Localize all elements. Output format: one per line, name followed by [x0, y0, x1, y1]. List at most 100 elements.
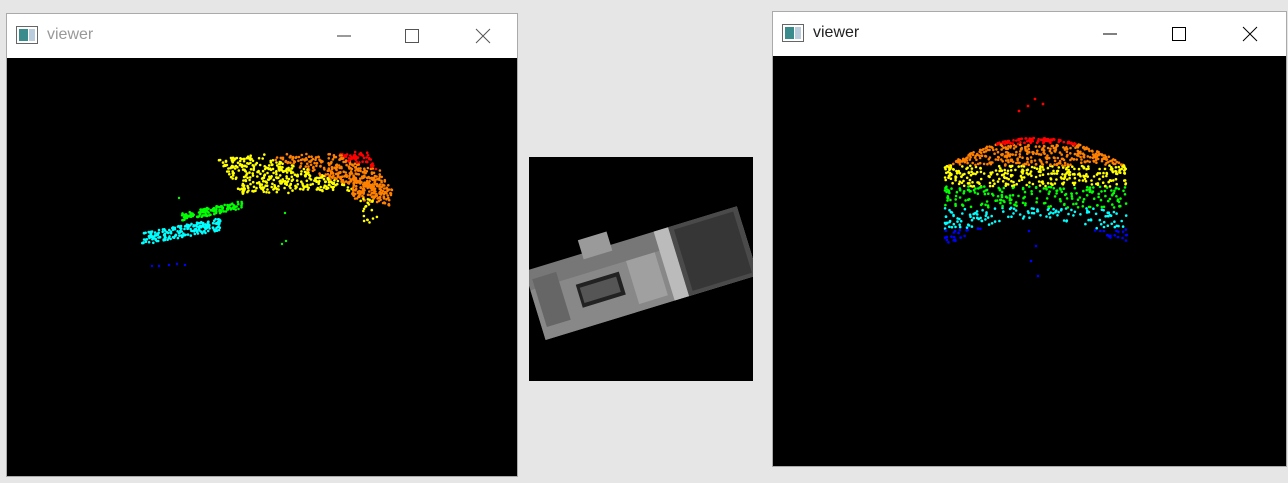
point	[1078, 196, 1082, 199]
point	[1027, 211, 1030, 215]
point	[380, 186, 383, 189]
point	[1001, 180, 1005, 183]
point	[1105, 172, 1109, 176]
point	[205, 227, 208, 230]
point	[1109, 168, 1113, 171]
point	[970, 218, 974, 222]
point	[958, 172, 962, 175]
point	[965, 226, 969, 229]
point	[1056, 169, 1060, 173]
point	[1030, 190, 1033, 193]
maximize-icon[interactable]	[398, 22, 426, 50]
point	[1115, 186, 1118, 190]
point	[1015, 139, 1018, 142]
point	[202, 230, 205, 233]
point	[1074, 142, 1077, 146]
point	[1051, 212, 1055, 215]
point	[349, 179, 353, 183]
point	[1009, 159, 1013, 163]
point	[984, 150, 988, 153]
point	[1098, 218, 1102, 222]
point-cloud-viewport[interactable]	[773, 56, 1286, 466]
point	[299, 187, 302, 191]
point	[142, 232, 146, 235]
point	[1008, 164, 1012, 168]
point	[1006, 169, 1010, 173]
point-cloud-canvas[interactable]	[7, 58, 517, 476]
point	[290, 175, 294, 179]
point	[1078, 179, 1081, 182]
point	[1100, 190, 1103, 193]
point	[284, 239, 288, 243]
point	[152, 241, 155, 245]
point	[369, 193, 372, 197]
point	[372, 185, 376, 188]
point	[1065, 219, 1069, 222]
close-icon[interactable]	[1236, 20, 1264, 48]
point	[1000, 148, 1003, 151]
point	[318, 188, 322, 192]
point	[1055, 192, 1058, 195]
point	[1047, 156, 1051, 160]
viewer-window-right[interactable]: viewer	[772, 11, 1287, 467]
maximize-icon[interactable]	[1165, 20, 1193, 48]
minimize-icon[interactable]	[1096, 20, 1124, 48]
point	[151, 236, 154, 239]
point	[1115, 182, 1118, 186]
point	[1077, 167, 1081, 171]
point	[1033, 166, 1036, 169]
point	[216, 218, 220, 221]
point	[348, 174, 351, 178]
point	[281, 178, 285, 181]
point	[297, 159, 300, 163]
viewer-window-left[interactable]: viewer	[6, 13, 518, 477]
point	[1025, 140, 1029, 143]
point	[985, 200, 989, 203]
point	[1095, 161, 1098, 164]
point	[1084, 179, 1088, 183]
point	[1023, 141, 1026, 144]
point	[208, 214, 211, 217]
point	[1077, 154, 1080, 157]
point	[362, 156, 366, 160]
point	[1075, 192, 1078, 195]
point	[144, 240, 148, 244]
point	[997, 156, 1000, 159]
point	[347, 159, 350, 163]
title-bar[interactable]: viewer	[7, 14, 517, 58]
close-icon[interactable]	[469, 22, 497, 50]
title-bar[interactable]: viewer	[773, 12, 1286, 56]
point	[173, 226, 177, 230]
point	[990, 145, 993, 149]
point	[1070, 192, 1073, 195]
point	[1124, 214, 1128, 217]
point	[285, 177, 289, 180]
point	[364, 183, 368, 186]
point	[955, 169, 958, 173]
point	[257, 170, 260, 174]
point	[310, 155, 313, 158]
point	[1098, 177, 1101, 181]
point	[976, 153, 979, 157]
point	[943, 176, 947, 179]
point	[1087, 218, 1090, 222]
point	[317, 155, 320, 159]
point	[1110, 194, 1114, 197]
point	[333, 179, 336, 182]
point	[1026, 160, 1029, 164]
point-cloud-canvas[interactable]	[773, 56, 1286, 466]
point-cloud-viewport[interactable]	[7, 58, 517, 476]
point	[355, 185, 358, 188]
point	[352, 193, 355, 197]
point	[334, 164, 338, 167]
point	[952, 214, 955, 218]
point	[958, 225, 962, 229]
point	[162, 233, 166, 237]
point	[285, 168, 289, 171]
point	[1024, 147, 1027, 150]
point	[355, 181, 358, 185]
point	[1036, 149, 1039, 152]
point	[1084, 222, 1087, 226]
point	[249, 182, 252, 186]
minimize-icon[interactable]	[330, 22, 358, 50]
